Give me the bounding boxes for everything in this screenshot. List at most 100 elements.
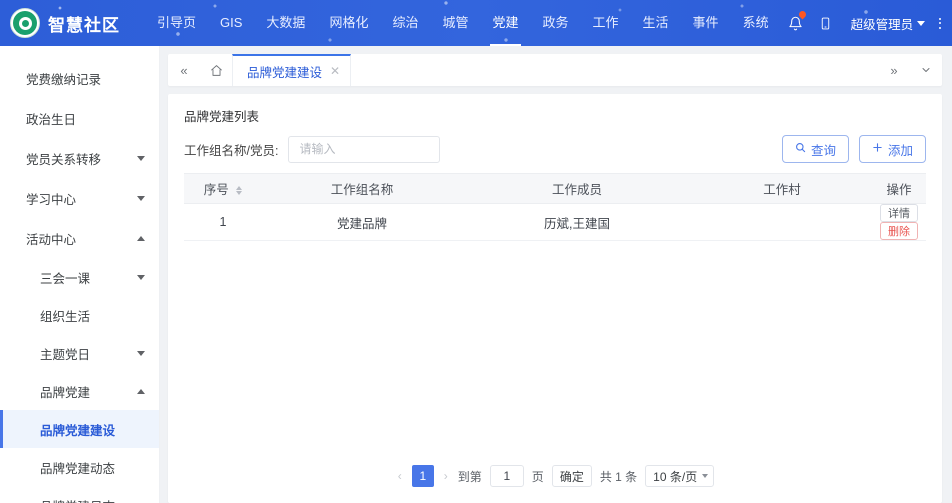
nav-item-7[interactable]: 政务	[531, 0, 581, 46]
sidebar-item-label: 主题党日	[40, 347, 91, 362]
search-button[interactable]: 查询	[781, 135, 849, 163]
nav-item-6[interactable]: 党建	[480, 0, 530, 46]
sidebar-item-11[interactable]: 品牌党建动态	[0, 448, 159, 486]
sidebar-item-label: 品牌党建日志	[40, 496, 115, 503]
table-body: 1 党建品牌 历斌,王建国 详情 删除	[184, 203, 926, 241]
chevron-down-icon	[702, 474, 709, 478]
nav-item-3[interactable]: 网格化	[317, 0, 380, 46]
column-header-member: 工作成员	[462, 173, 692, 204]
home-icon[interactable]	[200, 54, 232, 86]
sidebar-item-8[interactable]: 主题党日	[0, 334, 159, 372]
user-name: 超级管理员	[850, 17, 914, 32]
column-header-operation: 操作	[872, 173, 926, 204]
add-button[interactable]: 添加	[858, 135, 926, 163]
tab-label: 品牌党建建设	[247, 65, 323, 80]
chevron-down-icon	[917, 20, 926, 26]
tab-brand-party-building-construction[interactable]: 品牌党建建设 ✕	[232, 54, 352, 86]
chevron-down-icon[interactable]	[910, 54, 942, 86]
nav-item-11[interactable]: 系统	[731, 0, 781, 46]
delete-button[interactable]: 删除	[880, 222, 918, 240]
double-chevron-right-icon[interactable]: »	[878, 54, 910, 86]
sidebar-scroll-area: 流动党员 党费缴纳记录 政治生日 党员关系转移 学习中心 活动中心	[0, 46, 159, 503]
sidebar-item-label: 组织生活	[40, 309, 91, 324]
sidebar-item-3[interactable]: 党员关系转移	[0, 138, 159, 178]
page-size-select[interactable]: 10 条/页	[645, 465, 715, 487]
close-icon[interactable]: ✕	[330, 64, 340, 78]
sidebar-item-label: 学习中心	[26, 192, 77, 207]
chevron-up-icon	[137, 235, 145, 241]
tab-bar-actions: »	[878, 54, 942, 86]
nav-item-8[interactable]: 工作	[581, 0, 631, 46]
chevron-down-icon	[137, 274, 145, 280]
sidebar-item-brand-party-building-construction[interactable]: 品牌党建建设	[0, 410, 159, 448]
sidebar[interactable]: 流动党员 党费缴纳记录 政治生日 党员关系转移 学习中心 活动中心	[0, 46, 160, 503]
nav-item-9[interactable]: 生活	[631, 0, 681, 46]
table-header-row: 序号 工作组名称 工作成员 工作村 操作	[184, 173, 926, 204]
table-row[interactable]: 1 党建品牌 历斌,王建国 详情 删除	[184, 203, 926, 241]
content-panel: 品牌党建列表 工作组名称/党员: 查询 添加	[168, 94, 942, 503]
sidebar-item-label: 三会一课	[40, 271, 91, 286]
search-icon	[795, 142, 806, 156]
main-content: « 品牌党建建设 ✕ » 品牌党建列表 工作组名称/党员: 请输入 查询 添加 …	[160, 46, 952, 503]
nav-item-0[interactable]: 引导页	[145, 0, 208, 46]
search-input[interactable]	[288, 135, 441, 163]
chevron-left-icon[interactable]: ‹	[396, 469, 404, 483]
header-actions: 超级管理员	[781, 0, 952, 46]
brand-party-building-table: 序号 工作组名称 工作成员 工作村 操作 1 党建品牌 历斌,王建国 详情 删除	[184, 173, 926, 241]
user-menu[interactable]: 超级管理员	[841, 14, 930, 33]
brand-title: 智慧社区	[48, 15, 120, 35]
cell-operation: 详情 删除	[872, 203, 926, 241]
nav-item-4[interactable]: 综治	[380, 0, 430, 46]
column-header-index[interactable]: 序号	[184, 173, 262, 204]
page-title: 品牌党建列表	[184, 110, 260, 124]
detail-button[interactable]: 详情	[880, 204, 918, 222]
double-chevron-left-icon[interactable]: «	[168, 54, 200, 86]
sidebar-item-label: 流动党员	[26, 46, 76, 48]
mobile-phone-icon[interactable]	[811, 0, 841, 46]
main-nav: 引导页 GIS 大数据 网格化 综治 城管 党建 政务 工作 生活 事件 系统	[145, 0, 781, 46]
sort-icon[interactable]	[236, 186, 243, 196]
sidebar-item-6[interactable]: 三会一课	[0, 258, 159, 296]
column-header-village: 工作村	[692, 173, 872, 204]
sidebar-item-9[interactable]: 品牌党建	[0, 372, 159, 410]
sidebar-item-label: 品牌党建动态	[40, 461, 116, 476]
sidebar-item-7[interactable]: 组织生活	[0, 296, 159, 334]
notification-bell-icon[interactable]	[781, 0, 811, 46]
filter-actions: 查询 添加	[781, 135, 926, 163]
chevron-down-icon	[137, 155, 145, 161]
column-header-name: 工作组名称	[262, 173, 462, 204]
sidebar-item-12[interactable]: 品牌党建日志	[0, 486, 159, 503]
filter-bar: 工作组名称/党员: 查询 添加	[168, 131, 942, 173]
sidebar-item-0[interactable]: 流动党员	[0, 46, 159, 58]
chevron-down-icon	[137, 350, 145, 356]
table-container: 序号 工作组名称 工作成员 工作村 操作 1 党建品牌 历斌,王建国 详情 删除	[168, 173, 942, 241]
page-number-1[interactable]: 1	[411, 465, 434, 487]
confirm-page-button[interactable]: 确定	[551, 465, 592, 487]
sidebar-item-label: 品牌党建建设	[40, 423, 116, 438]
nav-item-10[interactable]: 事件	[681, 0, 731, 46]
sidebar-item-1[interactable]: 党费缴纳记录	[0, 58, 159, 98]
community-emblem-icon	[10, 8, 40, 38]
pagination: ‹ 1 › 到第 页 确定 共 1 条 10 条/页	[168, 451, 942, 503]
sidebar-item-label: 品牌党建	[40, 385, 91, 400]
cell-index: 1	[184, 203, 262, 241]
column-label: 序号	[203, 183, 229, 197]
add-button-label: 添加	[887, 143, 913, 158]
nav-item-1[interactable]: GIS	[208, 0, 254, 46]
sidebar-item-4[interactable]: 学习中心	[0, 178, 159, 218]
cell-member: 历斌,王建国	[462, 203, 692, 241]
sidebar-item-label: 政治生日	[26, 112, 77, 127]
sidebar-item-2[interactable]: 政治生日	[0, 98, 159, 138]
sidebar-item-5[interactable]: 活动中心	[0, 218, 159, 258]
nav-item-5[interactable]: 城管	[430, 0, 480, 46]
sidebar-item-label: 党费缴纳记录	[26, 72, 102, 87]
chevron-up-icon	[137, 388, 145, 394]
cell-name: 党建品牌	[262, 203, 462, 241]
more-vertical-icon[interactable]	[929, 0, 951, 46]
total-count-label: 共 1 条	[599, 469, 638, 484]
chevron-right-icon[interactable]: ›	[442, 469, 450, 483]
plus-icon	[872, 142, 883, 156]
brand: 智慧社区	[0, 8, 145, 38]
nav-item-2[interactable]: 大数据	[254, 0, 317, 46]
goto-page-input[interactable]	[489, 465, 524, 487]
